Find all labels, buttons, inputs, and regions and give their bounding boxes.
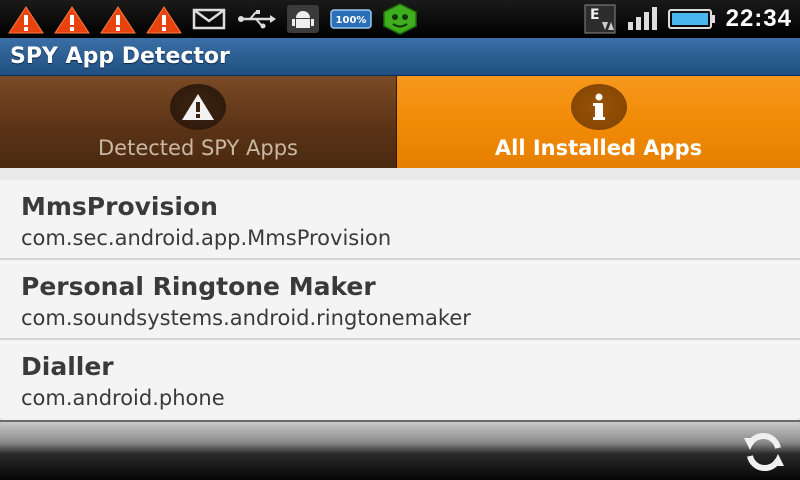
battery-icon: [667, 4, 716, 34]
warning-icon: [8, 4, 44, 34]
status-bar: 100% E 22:34: [0, 0, 800, 38]
app-title: SPY App Detector: [10, 44, 230, 69]
app-name: MmsProvision: [21, 192, 218, 221]
usb-icon: [236, 4, 276, 34]
list-item[interactable]: MmsProvision com.sec.android.app.MmsProv…: [0, 180, 800, 260]
app-name: Personal Ringtone Maker: [21, 272, 376, 301]
clock: 22:34: [725, 5, 792, 32]
svg-text:100%: 100%: [336, 15, 367, 26]
tab-all-installed-apps[interactable]: All Installed Apps: [397, 76, 800, 168]
list-item[interactable]: Personal Ringtone Maker com.soundsystems…: [0, 260, 800, 340]
tab-label: All Installed Apps: [494, 136, 703, 160]
app-package: com.soundsystems.android.ringtonemaker: [21, 306, 471, 330]
app-name: Dialler: [21, 352, 114, 381]
security-app-icon: [382, 3, 418, 35]
tab-label: Detected SPY Apps: [98, 136, 298, 160]
tab-detected-spy-apps[interactable]: Detected SPY Apps: [0, 76, 397, 168]
list-item[interactable]: Dialler com.android.phone: [0, 340, 800, 418]
bottom-bar: [0, 420, 800, 480]
warning-icon: [170, 84, 226, 130]
battery-saver-icon: 100%: [330, 4, 372, 34]
signal-strength-icon: [626, 4, 658, 34]
mail-icon: [192, 4, 226, 34]
svg-text:E: E: [590, 7, 600, 23]
system-indicators: E 22:34: [584, 4, 792, 34]
notification-icons: 100%: [8, 3, 418, 35]
refresh-button[interactable]: [738, 428, 790, 476]
android-debug-icon: [286, 4, 320, 34]
app-package: com.android.phone: [21, 386, 225, 410]
tab-bar: Detected SPY Apps All Installed Apps: [0, 76, 800, 168]
warning-icon: [54, 4, 90, 34]
installed-apps-list[interactable]: MmsProvision com.sec.android.app.MmsProv…: [0, 168, 800, 420]
network-type-icon: E: [584, 4, 616, 34]
warning-icon: [146, 4, 182, 34]
refresh-icon: [744, 432, 784, 472]
info-icon: [570, 84, 627, 130]
app-package: com.sec.android.app.MmsProvision: [21, 226, 392, 250]
warning-icon: [100, 4, 136, 34]
title-bar: SPY App Detector: [0, 38, 800, 76]
